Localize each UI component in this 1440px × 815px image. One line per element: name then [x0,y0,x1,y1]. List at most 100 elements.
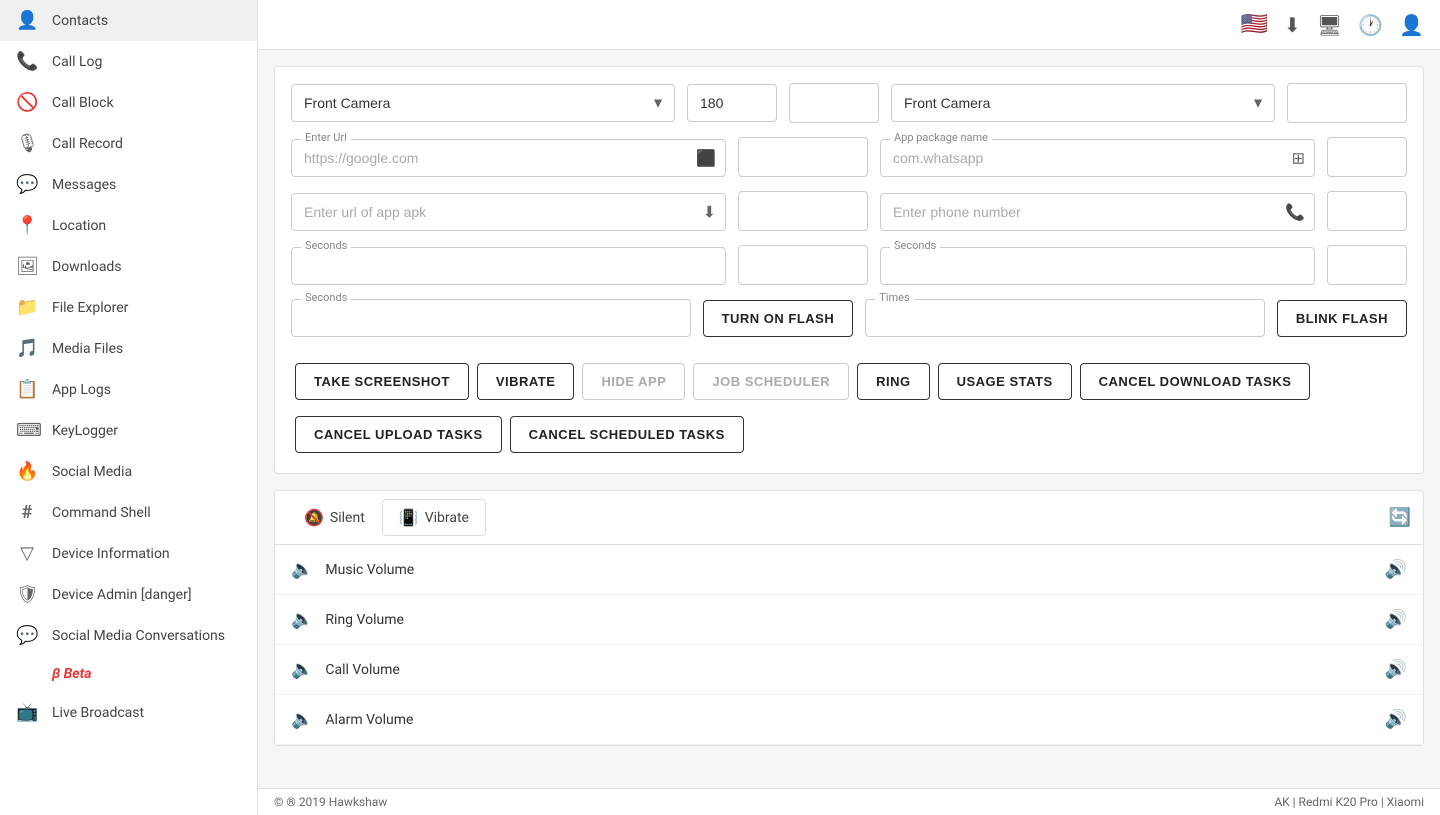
cancel-scheduled-button[interactable]: CANCEL SCHEDULED TASKS [510,416,744,453]
callblock-icon: 🚫 [16,92,38,113]
times-label: Times [875,291,913,304]
sidebar-item-commandshell[interactable]: # Command Shell [0,492,257,533]
ring-button[interactable]: RING [857,363,930,400]
vibrate-tab[interactable]: 📳 Vibrate [382,499,486,536]
job-scheduler-button[interactable]: JOB SCHEDULER [693,363,849,400]
livebroadcast-icon: 📺 [16,702,38,723]
download-icon[interactable]: ⬇ [1284,13,1301,37]
flag-icon[interactable]: 🇺🇸 [1241,12,1268,37]
clock-icon[interactable]: 🕐 [1358,13,1383,37]
phone-input[interactable] [880,193,1315,231]
sidebar-item-messages[interactable]: 💬 Messages [0,164,257,205]
seconds4-input[interactable]: 30 [291,299,691,337]
sidebar-item-calllog[interactable]: 📞 Call Log [0,41,257,82]
sidebar-item-beta[interactable]: β Beta [0,656,257,692]
alarm-vol-left-icon[interactable]: 🔈 [291,709,313,730]
times-field: Times 7 [865,299,1265,337]
sidebar-item-location[interactable]: 📍 Location [0,205,257,246]
silent-tab[interactable]: 🔕 Silent [287,499,382,536]
socialmedia-icon: 🔥 [16,461,38,482]
enter-url-label: Enter Url [301,131,351,144]
screen-icon[interactable]: 🖥 [1317,13,1342,37]
sidebar-item-callblock[interactable]: 🚫 Call Block [0,82,257,123]
sidebar-item-callrecord[interactable]: 🎙 Call Record [0,123,257,164]
music-vol-right-icon[interactable]: 🔊 [1385,559,1407,580]
call-vol-right-icon[interactable]: 🔊 [1385,659,1407,680]
phone-icon: 📞 [1285,203,1305,222]
sidebar-item-keylogger[interactable]: ⌨ KeyLogger [0,410,257,451]
sidebar-item-deviceinfo[interactable]: ▽ Device Information [0,533,257,574]
refresh-button[interactable]: 🔄 [1389,507,1411,528]
seconds2-label: Seconds [301,239,351,252]
sidebar-item-contacts[interactable]: 👤 Contacts [0,0,257,41]
form-section: Front Camera Back Camera ▼ Front Camera … [274,66,1424,474]
footer-left: © ® 2019 Hawkshaw [274,795,387,809]
downloads-icon: 🖼 [16,256,38,277]
sidebar-item-downloads[interactable]: 🖼 Downloads [0,246,257,287]
turn-on-flash-button[interactable]: TURN ON FLASH [703,300,854,337]
seconds2-input[interactable]: 180 [291,247,726,285]
app-package-input[interactable] [880,139,1315,177]
enter-url-input[interactable] [291,139,726,177]
empty-field-8 [1327,245,1407,285]
apk-url-input[interactable] [291,193,726,231]
ring-vol-left-icon[interactable]: 🔈 [291,609,313,630]
action-buttons-row-1: TAKE SCREENSHOT VIBRATE HIDE APP JOB SCH… [291,351,1407,404]
contacts-icon: 👤 [16,10,38,31]
take-screenshot-button[interactable]: TAKE SCREENSHOT [295,363,469,400]
call-vol-left-icon[interactable]: 🔈 [291,659,313,680]
camera1-select[interactable]: Front Camera Back Camera [291,84,675,122]
content-area: Front Camera Back Camera ▼ Front Camera … [258,50,1440,788]
cancel-download-button[interactable]: CANCEL DOWNLOAD TASKS [1080,363,1311,400]
sidebar: 👤 Contacts 📞 Call Log 🚫 Call Block 🎙 Cal… [0,0,258,815]
seconds1-input[interactable] [687,84,777,122]
sidebar-item-socialconvos[interactable]: 💬 Social Media Conversations [0,615,257,656]
phone-field: 📞 [880,193,1315,231]
seconds3-field: Seconds 180 [880,247,1315,285]
fileexplorer-icon: 📁 [16,297,38,318]
sidebar-item-fileexplorer[interactable]: 📁 File Explorer [0,287,257,328]
action-buttons-row-2: CANCEL UPLOAD TASKS CANCEL SCHEDULED TAS… [291,404,1407,457]
cancel-upload-button[interactable]: CANCEL UPLOAD TASKS [295,416,502,453]
camera-row-1: Front Camera Back Camera ▼ Front Camera … [291,83,1407,123]
alarm-vol-right-icon[interactable]: 🔊 [1385,709,1407,730]
sidebar-item-applogs[interactable]: 📋 App Logs [0,369,257,410]
ring-volume-row: 🔈 Ring Volume 🔊 [275,595,1423,645]
account-icon[interactable]: 👤 [1399,13,1424,37]
ring-vol-right-icon[interactable]: 🔊 [1385,609,1407,630]
socialconvos-icon: 💬 [16,625,38,646]
empty-field-7 [738,245,868,285]
callrecord-icon: 🎙 [16,133,38,154]
camera1-select-field: Front Camera Back Camera ▼ [291,84,675,122]
sidebar-item-socialmedia[interactable]: 🔥 Social Media [0,451,257,492]
camera2-select[interactable]: Front Camera Back Camera [891,84,1275,122]
blink-flash-button[interactable]: BLINK FLASH [1277,300,1407,337]
deviceadmin-icon: 🛡 [16,584,38,605]
alarm-volume-row: 🔈 Alarm Volume 🔊 [275,695,1423,745]
topbar: 🇺🇸 ⬇ 🖥 🕐 👤 [258,0,1440,50]
times-input[interactable]: 7 [865,299,1265,337]
call-volume-row: 🔈 Call Volume 🔊 [275,645,1423,695]
mediafiles-icon: 🎵 [16,338,38,359]
empty-field-4 [1327,137,1407,177]
sidebar-item-mediafiles[interactable]: 🎵 Media Files [0,328,257,369]
empty-field-5 [738,191,868,231]
sound-section: 🔕 Silent 📳 Vibrate 🔄 🔈 Music Volume 🔊 🔈 … [274,490,1424,746]
sidebar-item-deviceadmin[interactable]: 🛡 Device Admin [danger] [0,574,257,615]
location-icon: 📍 [16,215,38,236]
apk-url-field: ⬇ [291,193,726,231]
sidebar-item-livebroadcast[interactable]: 📺 Live Broadcast [0,692,257,733]
music-vol-left-icon[interactable]: 🔈 [291,559,313,580]
seconds1-field [687,84,777,122]
deviceinfo-icon: ▽ [16,543,38,564]
seconds3-input[interactable]: 180 [880,247,1315,285]
enter-url-field: Enter Url ⬛ [291,139,726,177]
apk-download-icon: ⬇ [703,203,716,222]
seconds-row-1: Seconds 180 Seconds 180 [291,245,1407,285]
url-row: Enter Url ⬛ App package name ⊞ [291,137,1407,177]
usage-stats-button[interactable]: USAGE STATS [938,363,1072,400]
hide-app-button[interactable]: HIDE APP [582,363,685,400]
calllog-icon: 📞 [16,51,38,72]
seconds4-field: Seconds 30 [291,299,691,337]
vibrate-button[interactable]: VIBRATE [477,363,575,400]
